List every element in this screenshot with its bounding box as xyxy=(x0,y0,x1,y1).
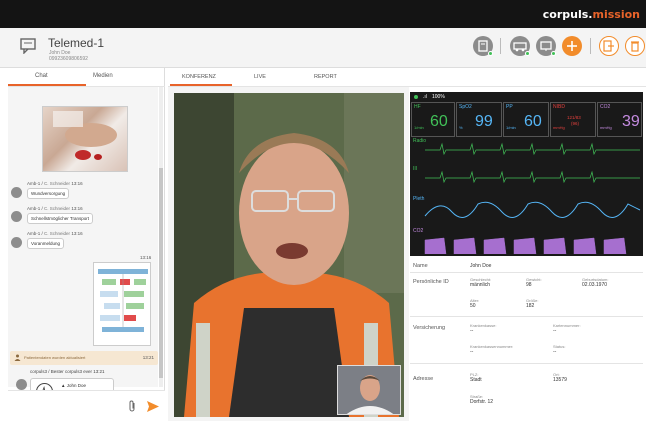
zip-value: Stadt xyxy=(470,377,482,383)
divider xyxy=(500,38,501,54)
insurance-label: Versicherung xyxy=(413,325,446,331)
card-number-value: -- xyxy=(553,328,557,334)
notification-time: 13:21 xyxy=(142,355,154,360)
attachment-icon[interactable] xyxy=(128,400,137,413)
ambulance-button[interactable] xyxy=(510,36,530,56)
chat-messages[interactable]: Amb-1 / C. Schneider 13:16 Wundversorgun… xyxy=(8,87,158,404)
insurer-number-value: -- xyxy=(470,349,474,355)
device-avatar xyxy=(16,379,27,390)
wound-photo[interactable] xyxy=(42,106,128,172)
message-meta: Amb-1 / C. Schneider 13:16 xyxy=(27,206,83,211)
brand-logo: corpuls.mission xyxy=(543,8,640,21)
ambulance-avatar xyxy=(11,187,22,198)
tab-report[interactable]: REPORT xyxy=(314,74,337,80)
brand-accent: mission xyxy=(592,8,641,21)
battery-level: 100% xyxy=(432,94,445,100)
divider xyxy=(590,38,591,54)
vital-signs-monitor: .ıl 100% HF 1/min 60 SpO2% 99 PP 1/min 60 NIB… xyxy=(410,92,643,256)
insurer-value: -- xyxy=(470,328,474,334)
insurer-number-label: Krankenkassennummer: xyxy=(470,344,514,349)
ecg-patient-name: ▲ John Doe xyxy=(61,383,86,388)
spo2-box: SpO2% 99 xyxy=(456,102,502,137)
flowchart-graphic xyxy=(98,269,148,332)
ecg-message-meta: corpuls3 / Bester corpuls3 ever 13:21 xyxy=(30,369,105,374)
ecg-lead2-trace xyxy=(425,170,640,184)
personal-id-section: Persönliche ID Geschlecht: männlich Gewi… xyxy=(410,273,643,317)
ecg-lead1-trace xyxy=(425,142,640,156)
video-feed[interactable] xyxy=(174,93,404,417)
message-meta: Amb-1 / C. Schneider 13:16 xyxy=(27,231,83,236)
top-bar: corpuls.mission xyxy=(0,0,646,28)
name-section: Name John Doe xyxy=(410,258,643,273)
weight-value: 98 xyxy=(526,282,532,288)
tab-chat[interactable]: Chat xyxy=(35,73,48,79)
tab-konferenz[interactable]: KONFERENZ xyxy=(182,74,216,80)
status-indicator xyxy=(414,95,418,99)
message-meta: Amb-1 / C. Schneider 13:16 xyxy=(27,181,83,186)
address-section: Adresse PLZ: Stadt Ort: 13579 Straße: Do… xyxy=(410,364,643,421)
send-icon[interactable] xyxy=(147,401,159,412)
co2-trace xyxy=(424,237,627,255)
hf-box: HF 1/min 60 xyxy=(411,102,455,137)
dob-value: 02.03.1970 xyxy=(582,282,608,288)
mission-header: Telemed-1 John Doe 09923609806592 xyxy=(0,28,646,68)
age-value: 50 xyxy=(470,303,476,309)
mission-id-subtitle: 09923609806592 xyxy=(49,56,88,62)
online-indicator xyxy=(488,51,493,56)
tab-media[interactable]: Medien xyxy=(93,73,113,79)
plus-icon xyxy=(567,41,577,51)
view-tabs: KONFERENZ LIVE REPORT xyxy=(168,68,646,86)
city-value: 13579 xyxy=(553,377,567,383)
online-indicator xyxy=(525,51,530,56)
ambulance-avatar xyxy=(11,211,22,222)
name-value: John Doe xyxy=(470,263,492,269)
message-input[interactable] xyxy=(8,390,165,421)
user-update-icon xyxy=(14,354,21,361)
trash-icon xyxy=(631,41,639,52)
ambulance-avatar xyxy=(11,237,22,248)
brand-name: corpuls. xyxy=(542,8,593,21)
notification-banner: Patientendaten wurden aktualisiert 13:21 xyxy=(10,351,158,365)
conference-area xyxy=(168,87,409,421)
waveform-traces xyxy=(424,142,641,255)
monitor-button[interactable] xyxy=(536,36,556,56)
insurer-label: Krankenkasse: xyxy=(470,323,497,328)
chat-bubble-icon xyxy=(20,38,36,54)
address-label: Adresse xyxy=(413,376,434,382)
chat-message: Schnellstmöglicher Transport xyxy=(27,213,94,224)
pleth-trace xyxy=(424,201,641,218)
signal-icon: .ıl xyxy=(423,94,427,100)
chat-panel: Chat Medien Amb-1 / C. Schneider 13:16 W… xyxy=(8,68,165,421)
name-label: Name xyxy=(413,263,428,269)
patient-info: Name John Doe Persönliche ID Geschlecht:… xyxy=(410,258,643,421)
pp-box: PP 1/min 60 xyxy=(503,102,549,137)
self-view-video[interactable] xyxy=(337,365,401,415)
insurance-status-value: -- xyxy=(553,349,557,355)
wound-photo-graphic xyxy=(53,111,117,160)
online-indicator xyxy=(551,51,556,56)
height-value: 182 xyxy=(526,303,535,309)
doctor-video-graphic xyxy=(338,366,400,414)
gender-value: männlich xyxy=(470,282,491,288)
personal-id-label: Persönliche ID xyxy=(413,279,449,285)
document-time: 13:16 xyxy=(140,255,152,260)
exit-mission-button[interactable] xyxy=(599,36,619,56)
exit-icon xyxy=(603,40,614,52)
notification-text: Patientendaten wurden aktualisiert xyxy=(24,355,86,360)
street-value: Dorfstr. 12 xyxy=(470,399,494,405)
flowchart-document[interactable] xyxy=(93,262,151,346)
device-button[interactable] xyxy=(473,36,493,56)
card-number-label: Kartennummer: xyxy=(553,323,581,328)
chat-scrollbar-thumb[interactable] xyxy=(159,168,163,378)
add-participant-button[interactable] xyxy=(562,36,582,56)
co2-box: CO2 mmHg 39 xyxy=(597,102,642,137)
chat-message: Voranmeldung xyxy=(27,238,65,249)
delete-mission-button[interactable] xyxy=(625,36,645,56)
chat-message: Wundversorgung xyxy=(27,188,70,199)
mission-title: Telemed-1 xyxy=(48,36,105,50)
tab-live[interactable]: LIVE xyxy=(254,74,266,80)
insurance-section: Versicherung Krankenkasse: -- Kartennumm… xyxy=(410,317,643,364)
nibd-box: NIBD 121/83 (96) mmHg xyxy=(550,102,596,137)
